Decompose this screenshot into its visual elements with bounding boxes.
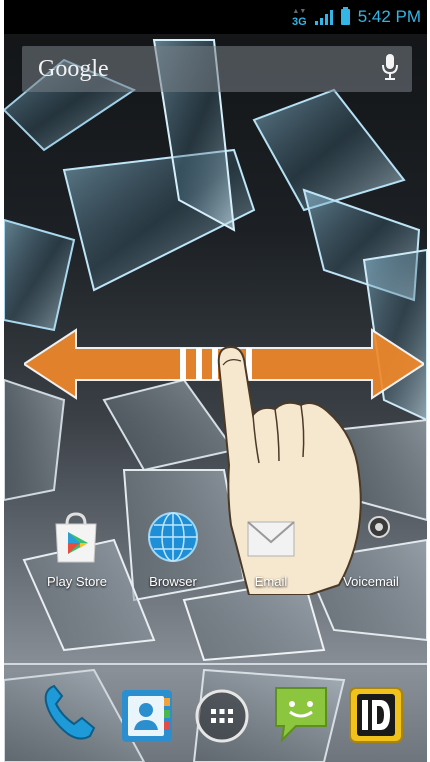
phone-icon[interactable] <box>40 680 98 749</box>
app-label-voicemail[interactable]: Voicemail <box>326 574 416 589</box>
google-logo[interactable]: Google <box>38 56 109 83</box>
all-apps-icon[interactable] <box>194 688 250 749</box>
3d-app-icon[interactable] <box>348 686 404 749</box>
clock: 5:42 PM <box>357 7 421 26</box>
network-3g-icon: ▲▼ 3G <box>292 8 307 28</box>
contacts-icon[interactable] <box>120 688 174 749</box>
app-label-email[interactable]: Email <box>226 574 316 589</box>
play-store-icon[interactable] <box>50 512 102 569</box>
microphone-icon[interactable] <box>380 53 400 86</box>
signal-strength-icon <box>314 9 333 25</box>
status-bar: ▲▼ 3G 5:42 PM <box>4 0 427 34</box>
home-screen[interactable]: ▲▼ 3G 5:42 PM Google Play Store Browser … <box>4 0 427 762</box>
messaging-icon[interactable] <box>272 684 330 749</box>
email-icon[interactable] <box>246 516 296 565</box>
voicemail-icon[interactable] <box>364 514 394 545</box>
app-label-browser[interactable]: Browser <box>128 574 218 589</box>
google-search-bar[interactable]: Google <box>22 46 412 92</box>
dock-divider <box>4 663 427 665</box>
battery-icon <box>340 7 350 25</box>
app-label-play-store[interactable]: Play Store <box>32 574 122 589</box>
browser-globe-icon[interactable] <box>146 510 200 569</box>
